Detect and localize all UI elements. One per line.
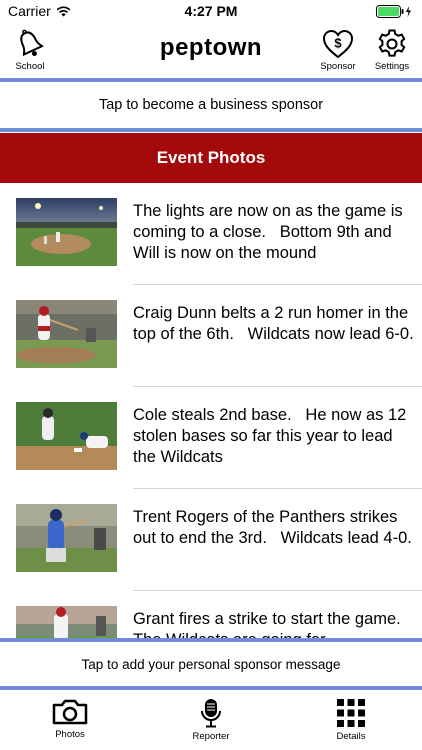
status-right xyxy=(376,4,414,18)
business-sponsor-banner[interactable]: Tap to become a business sponsor xyxy=(0,82,422,128)
post-caption: Trent Rogers of the Panthers strikes out… xyxy=(133,508,412,547)
svg-text:$: $ xyxy=(334,36,342,51)
tab-details[interactable]: Details xyxy=(316,698,386,742)
tab-photos-label: Photos xyxy=(55,729,85,740)
list-item[interactable]: The lights are now on as the game is com… xyxy=(0,183,422,285)
nav-bar: School peptown $ Sponsor Settings xyxy=(0,22,422,78)
tab-reporter[interactable]: Reporter xyxy=(176,698,246,742)
sponsor-label: Sponsor xyxy=(320,61,356,72)
settings-button[interactable]: Settings xyxy=(362,28,422,72)
heart-dollar-icon: $ xyxy=(322,29,354,59)
list-item[interactable]: Grant fires a strike to start the game. … xyxy=(0,591,422,638)
post-caption: Craig Dunn belts a 2 run homer in the to… xyxy=(133,304,414,343)
microphone-icon xyxy=(201,699,221,728)
photo-thumbnail[interactable] xyxy=(16,198,117,266)
settings-label: Settings xyxy=(374,61,410,72)
list-item[interactable]: Trent Rogers of the Panthers strikes out… xyxy=(0,489,422,591)
tab-details-label: Details xyxy=(336,731,366,742)
photo-thumbnail[interactable] xyxy=(16,300,117,368)
photo-feed[interactable]: The lights are now on as the game is com… xyxy=(0,183,422,638)
post-caption: Cole steals 2nd base. He now as 12 stole… xyxy=(133,406,411,466)
grid-icon xyxy=(337,699,365,727)
photo-thumbnail[interactable] xyxy=(16,402,117,470)
tab-photos[interactable]: Photos xyxy=(35,698,105,740)
post-caption: Grant fires a strike to start the game. … xyxy=(133,610,401,638)
gear-icon xyxy=(378,29,406,57)
status-left: Carrier xyxy=(8,3,71,19)
post-caption: The lights are now on as the game is com… xyxy=(133,202,408,262)
school-label: School xyxy=(15,61,45,72)
photo-thumbnail[interactable] xyxy=(16,504,117,572)
list-item[interactable]: Craig Dunn belts a 2 run homer in the to… xyxy=(0,285,422,387)
section-title: Event Photos xyxy=(0,133,422,183)
list-item[interactable]: Cole steals 2nd base. He now as 12 stole… xyxy=(0,387,422,489)
camera-icon xyxy=(52,699,88,725)
photo-thumbnail[interactable] xyxy=(16,606,117,638)
sponsor-button[interactable]: $ Sponsor xyxy=(308,28,368,72)
divider xyxy=(0,128,422,132)
tab-bar: Photos Reporter Details xyxy=(0,690,422,750)
tab-reporter-label: Reporter xyxy=(192,731,230,742)
personal-sponsor-banner[interactable]: Tap to add your personal sponsor message xyxy=(0,642,422,686)
carrier-label: Carrier xyxy=(8,3,51,19)
wifi-icon xyxy=(56,5,71,16)
battery-charging-icon xyxy=(376,4,411,18)
status-bar: Carrier 4:27 PM xyxy=(0,0,422,22)
